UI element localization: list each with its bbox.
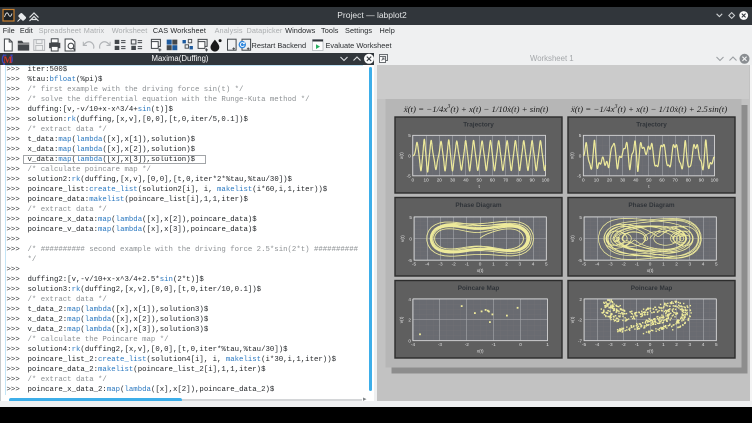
svg-text:70: 70	[672, 177, 678, 182]
svg-text:x(t): x(t)	[647, 349, 654, 354]
svg-text:5: 5	[409, 215, 412, 220]
svg-text:3: 3	[688, 262, 691, 267]
svg-text:2: 2	[505, 262, 508, 267]
svg-text:5: 5	[408, 133, 411, 138]
svg-text:1: 1	[662, 342, 665, 347]
svg-text:v(t): v(t)	[400, 235, 405, 242]
svg-text:20: 20	[437, 177, 443, 182]
svg-text:x(t): x(t)	[477, 349, 484, 354]
svg-text:10: 10	[594, 177, 600, 182]
svg-text:-1: -1	[492, 342, 497, 347]
svg-text:4: 4	[532, 262, 535, 267]
svg-text:2: 2	[675, 262, 678, 267]
svg-text:x(t): x(t)	[477, 268, 484, 273]
svg-text:1: 1	[492, 262, 495, 267]
svg-text:5: 5	[579, 215, 582, 220]
svg-text:-5: -5	[582, 342, 587, 347]
svg-text:-1: -1	[635, 262, 640, 267]
svg-text:-2: -2	[465, 342, 470, 347]
svg-text:50: 50	[476, 177, 482, 182]
svg-text:0: 0	[479, 262, 482, 267]
svg-text:0: 0	[409, 236, 412, 241]
svg-text:100: 100	[711, 177, 719, 182]
svg-text:v(t): v(t)	[570, 235, 575, 242]
svg-text:5: 5	[579, 133, 582, 138]
svg-text:Phase Diagram: Phase Diagram	[628, 202, 674, 209]
svg-text:-5: -5	[407, 174, 412, 179]
svg-text:90: 90	[699, 177, 705, 182]
svg-text:-5: -5	[578, 258, 583, 263]
svg-text:0: 0	[579, 236, 582, 241]
svg-text:4: 4	[702, 342, 705, 347]
svg-text:x(t): x(t)	[399, 152, 404, 159]
svg-text:0: 0	[582, 177, 585, 182]
svg-text:40: 40	[633, 177, 639, 182]
svg-text:80: 80	[516, 177, 522, 182]
svg-text:0: 0	[649, 262, 652, 267]
svg-text:5: 5	[715, 262, 718, 267]
svg-text:-2: -2	[452, 262, 457, 267]
svg-text:90: 90	[530, 177, 536, 182]
svg-text:-3: -3	[438, 262, 443, 267]
svg-text:20: 20	[607, 177, 613, 182]
svg-text:x(t): x(t)	[569, 152, 574, 159]
svg-text:v(t): v(t)	[399, 316, 404, 323]
svg-text:-1: -1	[635, 342, 640, 347]
svg-text:Trajectory: Trajectory	[463, 122, 494, 129]
svg-text:0: 0	[408, 153, 411, 158]
svg-text:-5: -5	[408, 258, 413, 263]
svg-text:-2: -2	[578, 318, 583, 323]
svg-text:1: 1	[546, 342, 549, 347]
svg-text:-4: -4	[595, 342, 600, 347]
svg-text:40: 40	[463, 177, 469, 182]
svg-text:-2: -2	[622, 262, 627, 267]
svg-text:4: 4	[408, 297, 411, 302]
svg-text:0: 0	[519, 342, 522, 347]
svg-text:0: 0	[579, 153, 582, 158]
svg-text:60: 60	[490, 177, 496, 182]
svg-text:x(t): x(t)	[647, 268, 654, 273]
svg-text:4: 4	[702, 262, 705, 267]
svg-text:Phase Diagram: Phase Diagram	[455, 202, 501, 209]
svg-text:30: 30	[450, 177, 456, 182]
svg-text:-3: -3	[438, 342, 443, 347]
svg-text:1: 1	[662, 262, 665, 267]
svg-text:-2: -2	[622, 342, 627, 347]
svg-text:50: 50	[646, 177, 652, 182]
svg-text:2: 2	[675, 342, 678, 347]
svg-text:2: 2	[408, 318, 411, 323]
svg-text:80: 80	[686, 177, 692, 182]
svg-text:Poincare Map: Poincare Map	[631, 285, 673, 292]
svg-text:2: 2	[579, 297, 582, 302]
svg-text:30: 30	[620, 177, 626, 182]
svg-text:5: 5	[715, 342, 718, 347]
svg-text:-4: -4	[595, 262, 600, 267]
svg-text:70: 70	[503, 177, 509, 182]
svg-text:60: 60	[659, 177, 665, 182]
svg-text:Trajectory: Trajectory	[636, 122, 667, 129]
svg-text:-5: -5	[412, 262, 417, 267]
svg-text:100: 100	[542, 177, 550, 182]
svg-text:-4: -4	[425, 262, 430, 267]
svg-text:0: 0	[408, 339, 411, 344]
svg-text:0: 0	[411, 177, 414, 182]
svg-text:-5: -5	[577, 174, 582, 179]
svg-text:3: 3	[518, 262, 521, 267]
svg-text:5: 5	[545, 262, 548, 267]
svg-text:-7: -7	[578, 339, 583, 344]
svg-text:10: 10	[423, 177, 429, 182]
svg-text:-4: -4	[411, 342, 416, 347]
svg-text:0: 0	[649, 342, 652, 347]
svg-text:-3: -3	[608, 342, 613, 347]
svg-text:Poincare Map: Poincare Map	[458, 285, 500, 292]
svg-text:-1: -1	[465, 262, 470, 267]
svg-text:-3: -3	[608, 262, 613, 267]
svg-text:-5: -5	[582, 262, 587, 267]
svg-text:v(t): v(t)	[570, 316, 575, 323]
svg-text:3: 3	[688, 342, 691, 347]
